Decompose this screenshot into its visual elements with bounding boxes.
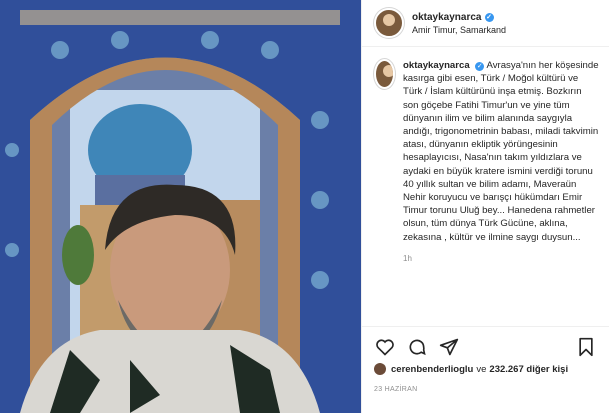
bookmark-icon[interactable] <box>575 336 597 358</box>
likes-others[interactable]: 232.267 diğer kişi <box>489 364 568 375</box>
instagram-post: oktaykaynarca ✓ Amir Timur, Samarkand ok… <box>0 0 609 413</box>
photo-illustration <box>0 0 361 413</box>
caption-block: oktaykaynarca ✓ Avrasya'nın her köşesind… <box>362 47 609 263</box>
post-actions: cerenbenderlioglu ve 232.267 diğer kişi … <box>362 326 609 401</box>
author-avatar[interactable] <box>374 8 404 38</box>
author-username[interactable]: oktaykaynarca <box>412 12 482 23</box>
liked-by-user[interactable]: cerenbenderlioglu <box>391 364 473 375</box>
share-icon[interactable] <box>438 336 460 358</box>
likes-summary: cerenbenderlioglu ve 232.267 diğer kişi <box>374 363 597 375</box>
post-header: oktaykaynarca ✓ Amir Timur, Samarkand <box>362 0 609 47</box>
heart-icon[interactable] <box>374 336 396 358</box>
caption-verified-badge-icon: ✓ <box>475 62 485 71</box>
liker-avatar[interactable] <box>374 363 386 375</box>
caption-time: 1h <box>403 253 412 263</box>
likes-connector: ve <box>476 363 487 375</box>
caption-text: Avrasya'nın her köşesinde kasırga gibi e… <box>403 60 599 243</box>
post-sidebar: oktaykaynarca ✓ Amir Timur, Samarkand ok… <box>361 0 609 413</box>
post-location[interactable]: Amir Timur, Samarkand <box>412 25 506 35</box>
caption-text-wrap: oktaykaynarca ✓ Avrasya'nın her köşesind… <box>403 59 599 244</box>
verified-badge-icon: ✓ <box>484 12 494 22</box>
comment-icon[interactable] <box>406 336 428 358</box>
post-date[interactable]: 23 HAZİRAN <box>374 386 597 393</box>
caption-username[interactable]: oktaykaynarca <box>403 60 470 71</box>
caption-avatar[interactable] <box>374 59 395 89</box>
post-photo[interactable] <box>0 0 361 413</box>
